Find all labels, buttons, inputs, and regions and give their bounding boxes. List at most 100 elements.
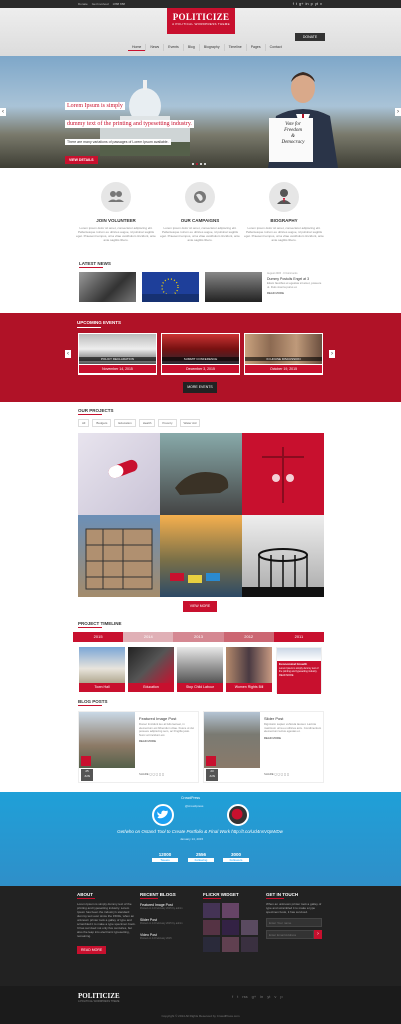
vimeo-icon[interactable]: v (320, 1, 322, 6)
googleplus-icon[interactable]: g+ (299, 1, 304, 6)
timeline-feature[interactable]: Economical Growth Lorem Ipsum is simply … (276, 647, 322, 694)
project-tile[interactable] (78, 515, 160, 597)
news-image-2[interactable] (142, 272, 199, 302)
flickr-thumb[interactable] (222, 920, 239, 935)
nav-blog[interactable]: Blog (182, 44, 199, 51)
news-image-1[interactable] (79, 272, 136, 302)
nav-contact[interactable]: Contact (264, 44, 286, 51)
flickr-thumb[interactable] (203, 903, 220, 918)
slider-next-button[interactable]: › (395, 108, 401, 116)
nav-home[interactable]: Home (128, 44, 146, 51)
following-label[interactable]: Following (188, 858, 214, 862)
slider-prev-button[interactable]: ‹ (0, 108, 6, 116)
blog-post[interactable]: 25 JUN Featured Image Post Donec tincidun… (78, 711, 199, 783)
timeline-card[interactable]: Town Hall (79, 647, 125, 693)
event-card[interactable]: SUMMIT CONFERENCE December 3, 2015 (161, 333, 240, 375)
footer-read-more-button[interactable]: READ MORE (77, 946, 107, 954)
submit-arrow-button[interactable]: › (314, 930, 322, 939)
project-tile[interactable] (242, 515, 324, 597)
flickr-thumb[interactable] (203, 937, 220, 952)
contact-email-input[interactable] (266, 930, 314, 939)
child-labour-image (177, 647, 223, 683)
event-card[interactable]: IN HOUSE DISCUSSION October 19, 2015 (244, 333, 323, 375)
followers-label[interactable]: Followers (223, 858, 249, 862)
vimeo-icon[interactable]: v (274, 994, 276, 999)
topbar-link-involved[interactable]: Get Involved (92, 2, 109, 6)
blog-post-title[interactable]: Featured Image Post (139, 716, 197, 721)
news-comments[interactable]: 0 Comments (283, 272, 297, 275)
filter-poverty[interactable]: Poverty (158, 419, 177, 427)
facebook-icon[interactable]: f (232, 994, 233, 999)
news-image-3[interactable] (205, 272, 262, 302)
youtube-icon[interactable]: yt (267, 994, 270, 999)
slider-dot[interactable] (204, 163, 206, 165)
contact-name-input[interactable] (266, 918, 322, 927)
news-read-more[interactable]: READ MORE (267, 291, 325, 295)
blog-post-title[interactable]: Slider Post (264, 716, 322, 721)
project-tile[interactable] (160, 433, 242, 515)
tweets-label[interactable]: Tweets (152, 858, 178, 862)
filter-budgets[interactable]: Budgets (92, 419, 112, 427)
flickr-thumb[interactable] (241, 903, 258, 918)
facebook-icon[interactable]: f (293, 1, 294, 6)
events-next-button[interactable]: › (329, 350, 335, 358)
nav-timeline[interactable]: Timeline (223, 44, 246, 51)
project-tile[interactable] (160, 515, 242, 597)
bottom-bar: POLITICIZE A POLITICAL WORDPRESS THEME f… (0, 986, 401, 1024)
view-details-button[interactable]: VIEW DETAILS (65, 156, 98, 164)
timeline-feature-more[interactable]: READ MORE (279, 674, 319, 677)
blog-read-more[interactable]: READ MORE (139, 739, 197, 743)
project-tile[interactable] (78, 433, 160, 515)
youtube-icon[interactable]: yt (315, 1, 318, 6)
slider-dot[interactable] (196, 163, 198, 165)
flickr-thumb[interactable] (222, 937, 239, 952)
rss-icon[interactable]: rss (242, 994, 247, 999)
logo[interactable]: POLITICIZE A POLITICAL WORDPRESS THEME (167, 8, 235, 34)
twitter-icon[interactable]: t (296, 1, 297, 6)
view-more-button[interactable]: VIEW MORE (183, 601, 217, 612)
twitter-icon[interactable]: t (237, 994, 238, 999)
filter-education[interactable]: Education (114, 419, 136, 427)
flickr-thumb[interactable] (241, 920, 258, 935)
blog-date: 25 JUN (81, 769, 93, 781)
linkedin-icon[interactable]: in (306, 1, 309, 6)
filter-all[interactable]: All (78, 419, 90, 427)
topbar-link-donate[interactable]: Donate (78, 2, 88, 6)
blog-read-more[interactable]: READ MORE (264, 736, 322, 740)
year-tab-2015[interactable]: 2015 (73, 632, 124, 642)
nav-pages[interactable]: Pages (245, 44, 265, 51)
profile-avatar[interactable] (227, 804, 249, 826)
googleplus-icon[interactable]: g+ (252, 994, 257, 999)
nav-events[interactable]: Events (163, 44, 183, 51)
project-tile-hover[interactable] (242, 433, 324, 515)
bull-statue-image (175, 472, 229, 495)
timeline-card[interactable]: Women Rights Bill (226, 647, 272, 693)
year-tab-2013[interactable]: 2013 (173, 632, 224, 642)
slider-dot[interactable] (192, 163, 194, 165)
pinterest-icon[interactable]: p (311, 1, 313, 6)
nav-news[interactable]: News (145, 44, 163, 51)
year-tab-2012[interactable]: 2012 (223, 632, 274, 642)
more-events-button[interactable]: MORE EVENTS (183, 382, 217, 393)
nav-biography[interactable]: Biography (198, 44, 224, 51)
donate-button[interactable]: DONATE (295, 33, 325, 41)
timeline-card[interactable]: Stop Child Labour (177, 647, 223, 693)
twitter-bird-icon[interactable] (152, 804, 174, 826)
year-tab-2011[interactable]: 2011 (273, 632, 325, 642)
events-prev-button[interactable]: ‹ (65, 350, 71, 358)
year-tab-2014[interactable]: 2014 (123, 632, 174, 642)
linkedin-icon[interactable]: in (260, 994, 263, 999)
flickr-thumb[interactable] (203, 920, 220, 935)
pills-image (108, 459, 138, 479)
blog-post[interactable]: 23 JUN Slider Post Dignissim sapien vehic… (203, 711, 324, 783)
twitter-username[interactable]: @crowdpress (185, 804, 203, 808)
event-card[interactable]: POLICY DECLARATION November 14, 2015 (78, 333, 157, 375)
pinterest-icon[interactable]: p (280, 994, 282, 999)
slider-dot[interactable] (200, 163, 202, 165)
footer-logo[interactable]: POLITICIZE A POLITICAL WORDPRESS THEME (78, 992, 120, 1003)
flickr-thumb[interactable] (222, 903, 239, 918)
timeline-card[interactable]: Education (128, 647, 174, 693)
flickr-thumb[interactable] (241, 937, 258, 952)
filter-health[interactable]: Health (138, 419, 156, 427)
filter-water-aid[interactable]: Water Aid (179, 419, 201, 427)
